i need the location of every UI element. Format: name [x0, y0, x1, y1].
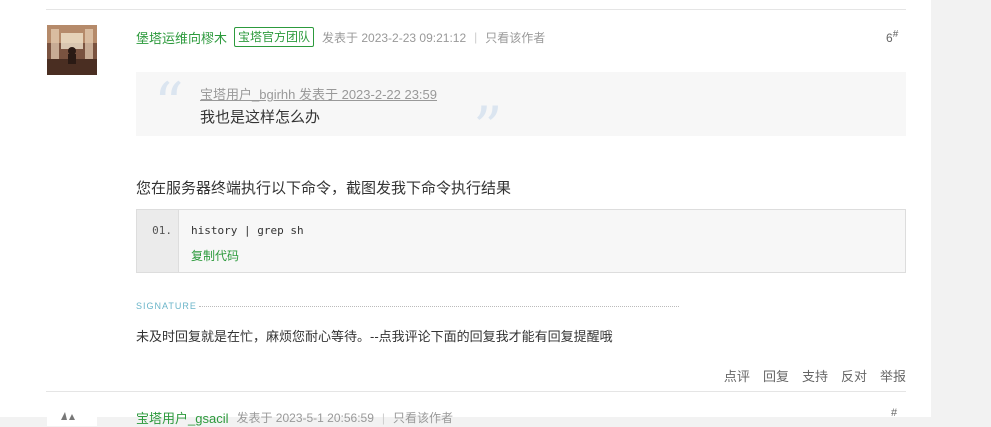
code-line: history | grep sh	[191, 224, 304, 237]
report-action[interactable]: 举报	[880, 366, 906, 385]
quote-header-link[interactable]: 宝塔用户_bgirhh 发表于 2023-2-22 23:59	[200, 84, 437, 103]
code-block: 01. history | grep sh 复制代码	[136, 209, 906, 273]
open-quote-icon: “	[154, 70, 184, 138]
close-quote-icon: ”	[473, 94, 503, 162]
next-floor-hash[interactable]: #	[891, 407, 897, 419]
signature-divider	[199, 306, 679, 307]
meta-separator: |	[381, 410, 386, 425]
post-meta: 堡塔运维向樛木 宝塔官方团队 发表于 2023-2-23 09:21:12 | …	[136, 27, 545, 47]
floor-number[interactable]: 6#	[886, 29, 898, 45]
floor-number-value: 6	[886, 31, 893, 45]
oppose-action[interactable]: 反对	[841, 366, 867, 385]
support-action[interactable]: 支持	[802, 366, 828, 385]
post-time: 发表于 2023-5-1 20:56:59	[236, 411, 374, 425]
only-author-link[interactable]: 只看该作者	[393, 409, 453, 426]
line-number: 01.	[137, 210, 179, 272]
meta-separator: |	[474, 30, 478, 44]
only-author-link[interactable]: 只看该作者	[485, 29, 545, 46]
post-container: 堡塔运维向樛木 宝塔官方团队 发表于 2023-2-23 09:21:12 | …	[0, 0, 931, 426]
post-content: 您在服务器终端执行以下命令，截图发我下命令执行结果	[136, 180, 512, 197]
avatar[interactable]	[47, 25, 97, 75]
avatar[interactable]	[47, 406, 97, 426]
username-link[interactable]: 堡塔运维向樛木	[136, 28, 227, 47]
copy-code-link[interactable]: 复制代码	[191, 247, 239, 264]
post-actions: 点评 回复 支持 反对 举报	[711, 366, 906, 385]
post-time: 发表于 2023-2-23 09:21:12	[322, 30, 467, 45]
username-link[interactable]: 宝塔用户_gsacil	[136, 408, 228, 427]
comment-action[interactable]: 点评	[724, 366, 750, 385]
signature-label: SIGNATURE	[136, 301, 197, 311]
reply-action[interactable]: 回复	[763, 366, 789, 385]
divider	[46, 9, 906, 10]
next-post-meta: 宝塔用户_gsacil 发表于 2023-5-1 20:56:59 | 只看该作…	[136, 408, 453, 427]
user-badge: 宝塔官方团队	[234, 27, 315, 47]
quote-block: “ 宝塔用户_bgirhh 发表于 2023-2-22 23:59 我也是这样怎…	[136, 70, 906, 158]
quote-text: 我也是这样怎么办	[200, 109, 321, 126]
signature-text: 未及时回复就是在忙，麻烦您耐心等待。--点我评论下面的回复我才能有回复提醒哦	[136, 329, 613, 344]
floor-hash: #	[892, 29, 899, 40]
divider	[46, 391, 906, 392]
